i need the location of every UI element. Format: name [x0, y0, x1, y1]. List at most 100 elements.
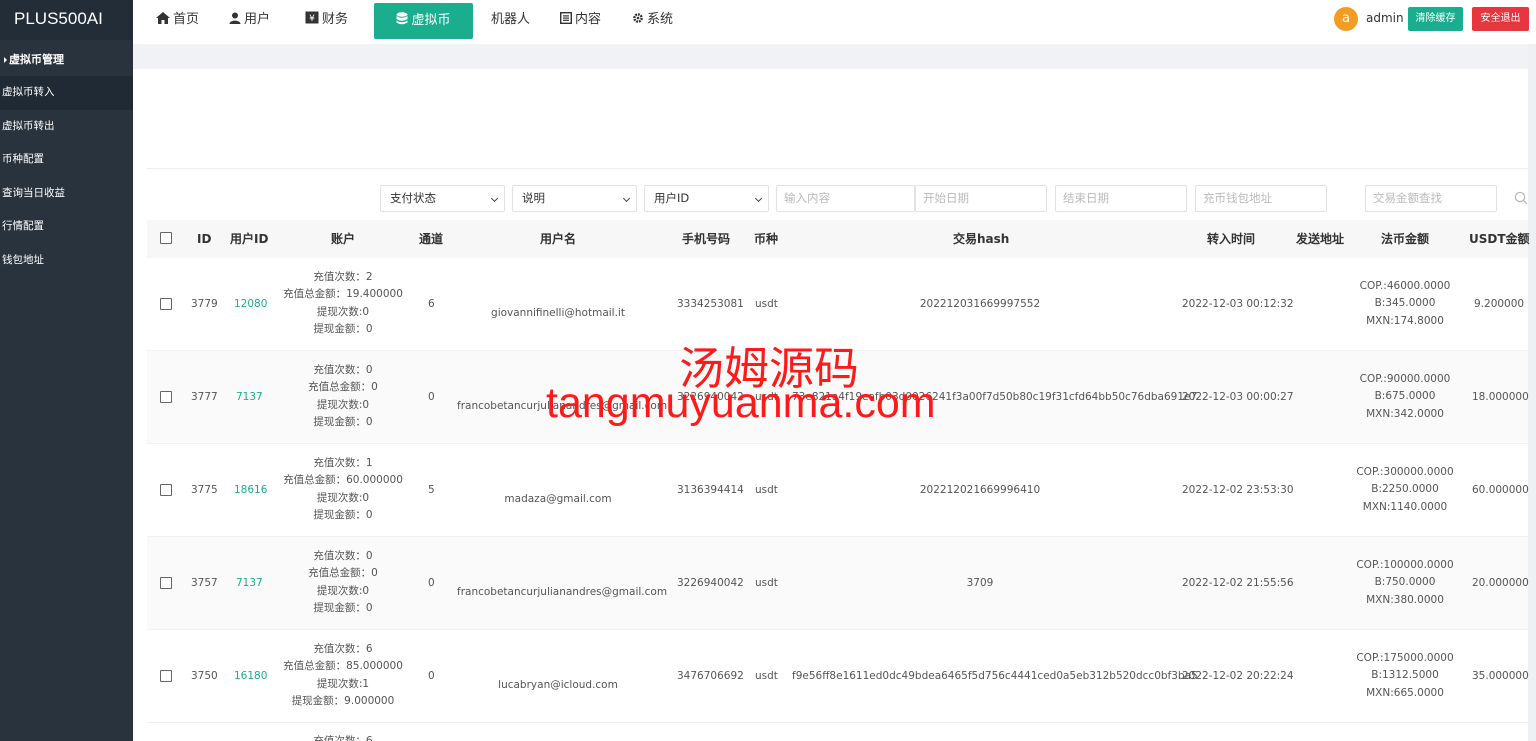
account-line: 充值总金额：85.000000 [283, 660, 403, 673]
nav-finance[interactable]: ¥ 财务 [305, 0, 348, 40]
tab-strip [133, 44, 1536, 69]
logout-button[interactable]: 安全退出 [1472, 7, 1529, 31]
row-checkbox[interactable] [160, 298, 172, 310]
table-row: 3757 7137 充值次数：0 充值总金额：0 提现次数:0 提现金额：0 0… [147, 537, 1529, 630]
nav-robot-label: 机器人 [491, 12, 531, 27]
cell-usdt: 18.000000 [1472, 391, 1529, 403]
cell-channel: 0 [428, 391, 435, 403]
account-line: 提现金额：0 [313, 508, 373, 521]
nav-robot[interactable]: 机器人 [491, 0, 530, 40]
cell-user-id-link[interactable]: 18616 [234, 484, 267, 496]
cell-account: 充值次数：0 充值总金额：0 提现次数:0 提现金额：0 [273, 548, 413, 617]
nav-finance-label: 财务 [322, 12, 349, 27]
partial-row-account: 充值次数：6 [313, 735, 373, 741]
account-line: 充值总金额：60.000000 [283, 474, 403, 487]
cell-usdt: 9.200000 [1474, 298, 1525, 310]
cell-usdt: 20.000000 [1472, 577, 1529, 589]
sidebar-item-daily-income[interactable]: 查询当日收益 [0, 177, 133, 211]
admin-username[interactable]: admin [1366, 11, 1404, 25]
cell-time: 2022-12-02 21:55:56 [1182, 577, 1294, 589]
end-date-input[interactable]: 结束日期 [1055, 185, 1187, 212]
cell-channel: 0 [428, 577, 435, 589]
row-checkbox[interactable] [160, 391, 172, 403]
cell-fiat: COP.:175000.0000 B:1312.5000 MXN:665.000… [1345, 650, 1465, 702]
row-checkbox[interactable] [160, 670, 172, 682]
fiat-line: B:345.0000 [1374, 297, 1436, 310]
sidebar: PLUS500AI 虚拟币管理 虚拟币转入 虚拟币转出 币种配置 查询当日收益 … [0, 0, 133, 741]
cell-account: 充值次数：0 充值总金额：0 提现次数:0 提现金额：0 [273, 362, 413, 431]
account-line: 提现次数:1 [316, 677, 370, 690]
cell-channel: 6 [428, 298, 435, 310]
cell-fiat: COP.:300000.0000 B:2250.0000 MXN:1140.00… [1345, 464, 1465, 516]
sidebar-item-market-config[interactable]: 行情配置 [0, 210, 133, 244]
fiat-line: COP.:46000.0000 [1359, 280, 1451, 292]
cell-time: 2022-12-02 23:53:30 [1182, 484, 1294, 496]
fiat-line: COP.:90000.0000 [1359, 373, 1451, 385]
cell-usdt: 60.000000 [1472, 484, 1529, 496]
fiat-line: MXN:380.0000 [1366, 593, 1444, 606]
table-header: ID 用户ID 账户 通道 用户名 手机号码 币种 交易hash 转入时间 发送… [147, 220, 1530, 258]
avatar[interactable]: a [1334, 7, 1358, 31]
content-input[interactable]: 输入内容 [776, 185, 915, 212]
account-line: 充值总金额：0 [308, 381, 378, 394]
app-logo: PLUS500AI [0, 0, 133, 40]
cell-user-id-link[interactable]: 12080 [234, 298, 267, 310]
cell-user-id-link[interactable]: 7137 [236, 577, 263, 589]
sidebar-item-coin-config[interactable]: 币种配置 [0, 143, 133, 177]
select-all-checkbox[interactable] [160, 232, 172, 244]
cell-account: 充值次数：2 充值总金额：19.400000 提现次数:0 提现金额：0 [273, 269, 413, 338]
cell-phone: 3226940042 [677, 577, 744, 589]
cell-id: 3779 [191, 298, 218, 310]
user-icon [229, 0, 241, 40]
svg-text:¥: ¥ [309, 14, 315, 24]
nav-virtual-coin[interactable]: 虚拟币 [374, 3, 473, 39]
col-channel: 通道 [419, 232, 444, 246]
row-checkbox[interactable] [160, 484, 172, 496]
nav-home[interactable]: 首页 [156, 0, 199, 40]
cell-username: giovannifinelli@hotmail.it [491, 307, 625, 319]
account-line: 充值次数：0 [313, 550, 373, 562]
nav-user[interactable]: 用户 [229, 0, 270, 40]
row-checkbox[interactable] [160, 577, 172, 589]
amount-search-input[interactable]: 交易金额查找 [1365, 185, 1497, 212]
sidebar-item-coin-out[interactable]: 虚拟币转出 [0, 110, 133, 144]
scrollbar-track[interactable] [1528, 44, 1536, 741]
cell-user-id-link[interactable]: 7137 [236, 391, 263, 403]
start-date-input[interactable]: 开始日期 [915, 185, 1047, 212]
nav-system-label: 系统 [647, 12, 674, 27]
cell-username: lucabryan@icloud.com [498, 679, 618, 691]
cell-coin: usdt [755, 670, 778, 682]
cell-phone: 3136394414 [677, 484, 744, 496]
sidebar-group-virtual-coin[interactable]: 虚拟币管理 [0, 42, 133, 76]
user-id-select[interactable]: 用户ID [644, 185, 769, 212]
fiat-line: COP.:175000.0000 [1356, 652, 1454, 664]
col-usdt-amount: USDT金额 [1469, 232, 1530, 246]
pay-status-value: 支付状态 [390, 191, 436, 205]
account-line: 提现次数:0 [316, 491, 370, 504]
sidebar-item-coin-in[interactable]: 虚拟币转入 [0, 76, 133, 110]
cell-tx-hash: 202212021669996410 [919, 484, 1041, 496]
cell-channel: 0 [428, 670, 435, 682]
pay-status-select[interactable]: 支付状态 [380, 185, 505, 212]
col-id: ID [197, 232, 212, 246]
table-row: 3750 16180 充值次数：6 充值总金额：85.000000 提现次数:1… [147, 630, 1529, 723]
account-line: 提现金额：0 [313, 415, 373, 428]
cell-coin: usdt [755, 484, 778, 496]
account-line: 充值总金额：19.400000 [283, 288, 403, 301]
fiat-line: B:2250.0000 [1371, 483, 1439, 496]
fiat-line: MXN:1140.0000 [1362, 500, 1448, 513]
fiat-line: COP.:100000.0000 [1356, 559, 1454, 571]
wallet-address-input[interactable]: 充币钱包地址 [1195, 185, 1327, 212]
sidebar-item-wallet-address[interactable]: 钱包地址 [0, 244, 133, 278]
clear-cache-button[interactable]: 清除缓存 [1408, 7, 1463, 31]
cell-username: francobetancurjulianandres@gmail.com [457, 586, 668, 598]
cell-coin: usdt [755, 577, 778, 589]
remark-select[interactable]: 说明 [512, 185, 637, 212]
nav-content[interactable]: 内容 [559, 0, 601, 40]
fiat-line: B:675.0000 [1374, 390, 1436, 403]
search-icon[interactable] [1514, 191, 1528, 205]
col-username: 用户名 [540, 232, 577, 246]
nav-virtual-coin-label: 虚拟币 [411, 13, 451, 28]
cell-user-id-link[interactable]: 16180 [234, 670, 267, 682]
nav-system[interactable]: 系统 [632, 0, 673, 40]
